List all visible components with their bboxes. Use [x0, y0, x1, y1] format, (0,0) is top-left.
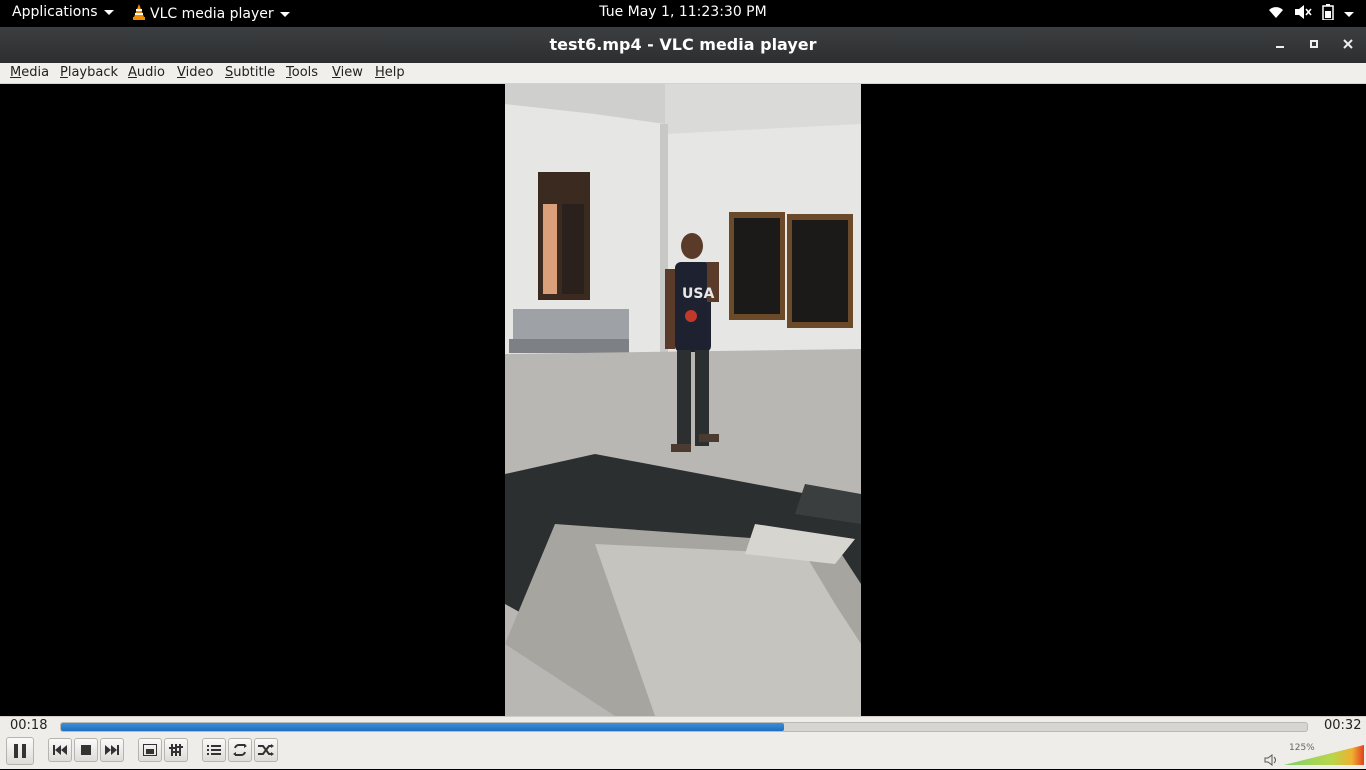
- volume-fill: [1284, 745, 1364, 765]
- next-button[interactable]: [100, 738, 124, 762]
- close-button[interactable]: [1338, 35, 1358, 55]
- fullscreen-button[interactable]: [138, 738, 162, 762]
- vlc-cone-icon: [132, 4, 146, 24]
- pause-icon: [14, 744, 26, 758]
- applications-label: Applications: [12, 4, 98, 20]
- stop-icon: [81, 745, 91, 755]
- seek-bar[interactable]: [60, 722, 1308, 732]
- equalizer-icon: [169, 744, 183, 756]
- window-titlebar[interactable]: test6.mp4 - VLC media player: [0, 27, 1366, 63]
- volume-slider[interactable]: [1284, 745, 1364, 765]
- seek-bar-progress: [61, 723, 784, 731]
- minimize-icon: [1276, 46, 1284, 48]
- loop-button[interactable]: [228, 738, 252, 762]
- gnome-top-bar: Applications VLC media player Tue May 1,…: [0, 0, 1366, 27]
- maximize-button[interactable]: [1304, 35, 1324, 55]
- loop-icon: [233, 744, 247, 756]
- extended-settings-button[interactable]: [164, 738, 188, 762]
- previous-button[interactable]: [48, 738, 72, 762]
- menu-playback[interactable]: Playback: [60, 65, 118, 80]
- menu-help[interactable]: Help: [375, 65, 405, 80]
- chevron-down-icon: [279, 11, 290, 17]
- fullscreen-icon: [143, 744, 157, 756]
- elapsed-time[interactable]: 00:18: [10, 718, 47, 733]
- window-title: test6.mp4 - VLC media player: [549, 35, 817, 54]
- video-frame-image: USA: [505, 84, 861, 716]
- app-menu[interactable]: VLC media player: [132, 4, 290, 24]
- next-icon: [105, 745, 119, 755]
- battery-icon: [1322, 4, 1334, 24]
- maximize-icon: [1310, 40, 1318, 48]
- playlist-icon: [207, 745, 221, 755]
- svg-text:USA: USA: [682, 286, 714, 302]
- menu-subtitle[interactable]: Subtitle: [225, 65, 275, 80]
- menu-media[interactable]: Media: [10, 65, 49, 80]
- close-icon: [1343, 39, 1353, 49]
- playback-controls: 00:18 00:32 125%: [0, 716, 1366, 769]
- chevron-down-icon: [103, 9, 114, 15]
- volume-muted-icon: [1294, 5, 1312, 23]
- menu-tools[interactable]: Tools: [286, 65, 318, 80]
- app-name-label: VLC media player: [150, 6, 274, 22]
- previous-icon: [53, 745, 67, 755]
- menu-view[interactable]: View: [332, 65, 363, 80]
- stop-button[interactable]: [74, 738, 98, 762]
- menu-audio[interactable]: Audio: [128, 65, 165, 80]
- shuffle-icon: [258, 744, 274, 756]
- video-output[interactable]: USA: [0, 84, 1366, 716]
- minimize-button[interactable]: [1270, 35, 1290, 55]
- total-time[interactable]: 00:32: [1324, 718, 1361, 733]
- system-tray[interactable]: [1268, 4, 1354, 24]
- applications-menu[interactable]: Applications: [12, 4, 114, 20]
- wifi-icon: [1268, 5, 1284, 23]
- chevron-down-icon: [1344, 11, 1354, 17]
- pause-button[interactable]: [6, 737, 34, 765]
- shuffle-button[interactable]: [254, 738, 278, 762]
- video-frame: USA: [505, 84, 861, 716]
- menu-bar: Media Playback Audio Video Subtitle Tool…: [0, 63, 1366, 84]
- menu-video[interactable]: Video: [177, 65, 213, 80]
- speaker-icon[interactable]: [1264, 751, 1278, 770]
- playlist-button[interactable]: [202, 738, 226, 762]
